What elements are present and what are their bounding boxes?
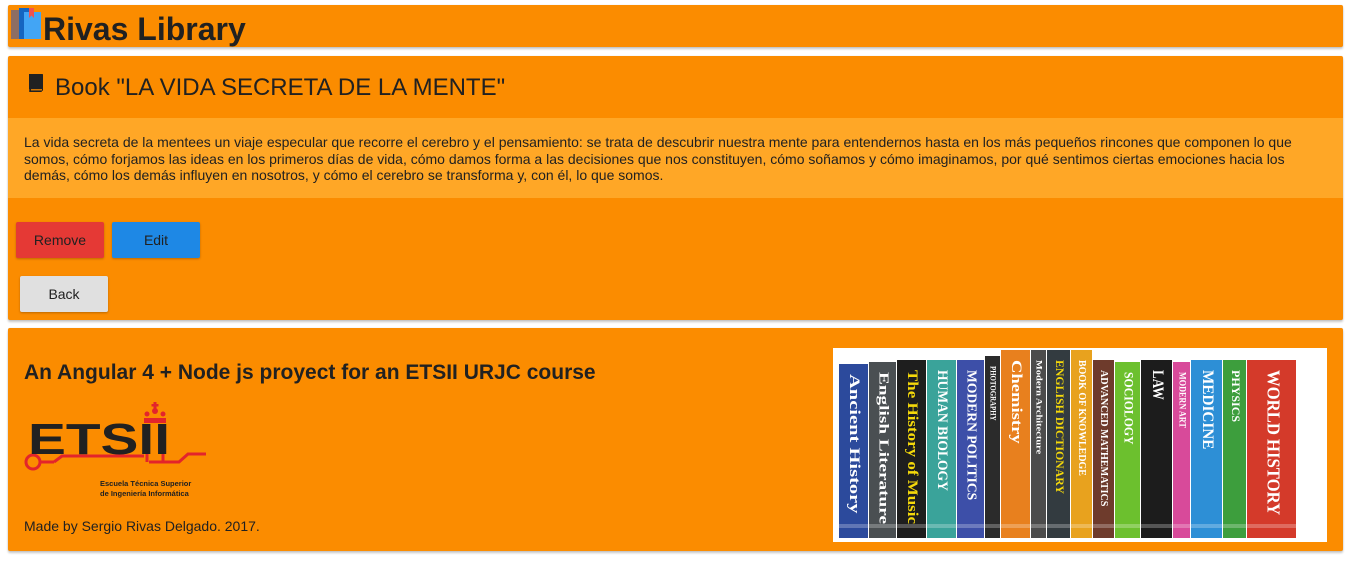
book-spine-label: MODERN ART (1177, 372, 1187, 428)
book-spine: WORLD HISTORY (1247, 360, 1296, 538)
footer-tagline: An Angular 4 + Node js proyect for an ET… (24, 361, 596, 384)
book-title: Book "LA VIDA SECRETA DE LA MENTE" (55, 74, 506, 101)
book-spine: English Literature (869, 362, 896, 538)
book-spine: Ancient History (839, 364, 868, 538)
book-spine: ENGLISH DICTIONARY (1047, 350, 1070, 538)
app-title[interactable]: Rivas Library (43, 11, 246, 47)
book-spine: BOOK OF KNOWLEDGE (1071, 350, 1092, 538)
etsii-subtitle-line2: de Ingeniería Informática (100, 489, 190, 498)
book-spine-label: Modern Architecture (1035, 360, 1044, 455)
etsii-wordmark: ETSII (28, 415, 170, 464)
book-spine-label: Ancient History (846, 374, 862, 514)
book-spine: HUMAN BIOLOGY (927, 360, 956, 538)
book-spine-label: English Literature (875, 372, 890, 524)
book-spine: ADVANCED MATHEMATICS (1093, 360, 1114, 538)
footer: An Angular 4 + Node js proyect for an ET… (8, 328, 1343, 551)
book-spine-label: MEDICINE (1199, 370, 1216, 449)
book-header: Book "LA VIDA SECRETA DE LA MENTE" (8, 56, 1343, 118)
book-spine-label: Chemistry (1008, 360, 1024, 444)
book-spine: MODERN ART (1173, 362, 1190, 538)
book-spine-label: BOOK OF KNOWLEDGE (1076, 360, 1088, 476)
book-spine: MODERN POLITICS (957, 360, 984, 538)
book-spine-label: LAW (1149, 370, 1166, 400)
edit-button[interactable]: Edit (112, 222, 200, 258)
etsii-subtitle-line1: Escuela Técnica Superior (100, 479, 191, 488)
book-spine-label: HUMAN BIOLOGY (934, 370, 950, 491)
book-spine-label: PHYSICS (1229, 370, 1243, 422)
book-spine-label: ENGLISH DICTIONARY (1053, 360, 1067, 494)
book-icon (29, 74, 43, 92)
book-spine: LAW (1141, 360, 1172, 538)
books-logo-icon[interactable] (10, 7, 42, 39)
etsii-logo: ETSII Escuela Técnica Superior de Ingeni… (24, 402, 206, 498)
book-spine-label: The History of Music (904, 370, 920, 524)
book-spine: Modern Architecture (1031, 350, 1046, 538)
book-description-panel: La vida secreta de la mentees un viaje e… (8, 118, 1343, 198)
back-button[interactable]: Back (20, 276, 108, 312)
remove-button[interactable]: Remove (16, 222, 104, 258)
book-spine: The History of Music (897, 360, 926, 538)
book-spine-label: WORLD HISTORY (1263, 370, 1283, 515)
book-spine-label: ADVANCED MATHEMATICS (1098, 370, 1110, 506)
book-spine: MEDICINE (1191, 360, 1222, 538)
book-spine-label: PHOTOGRAPHY (989, 366, 998, 421)
book-spine-label: SOCIOLOGY (1122, 372, 1137, 445)
book-detail-card: Book "LA VIDA SECRETA DE LA MENTE" La vi… (8, 56, 1343, 320)
book-spine: PHOTOGRAPHY (985, 356, 1000, 538)
book-spine: PHYSICS (1223, 360, 1246, 538)
footer-credit: Made by Sergio Rivas Delgado. 2017. (24, 518, 260, 534)
book-spine-label: MODERN POLITICS (963, 370, 978, 500)
book-spine: SOCIOLOGY (1115, 362, 1140, 538)
bookshelf-image: Ancient History English Literature The His… (833, 348, 1327, 542)
book-description: La vida secreta de la mentees un viaje e… (24, 134, 1292, 183)
app-header: Rivas Library (8, 5, 1343, 47)
book-spine: Chemistry (1001, 350, 1030, 538)
